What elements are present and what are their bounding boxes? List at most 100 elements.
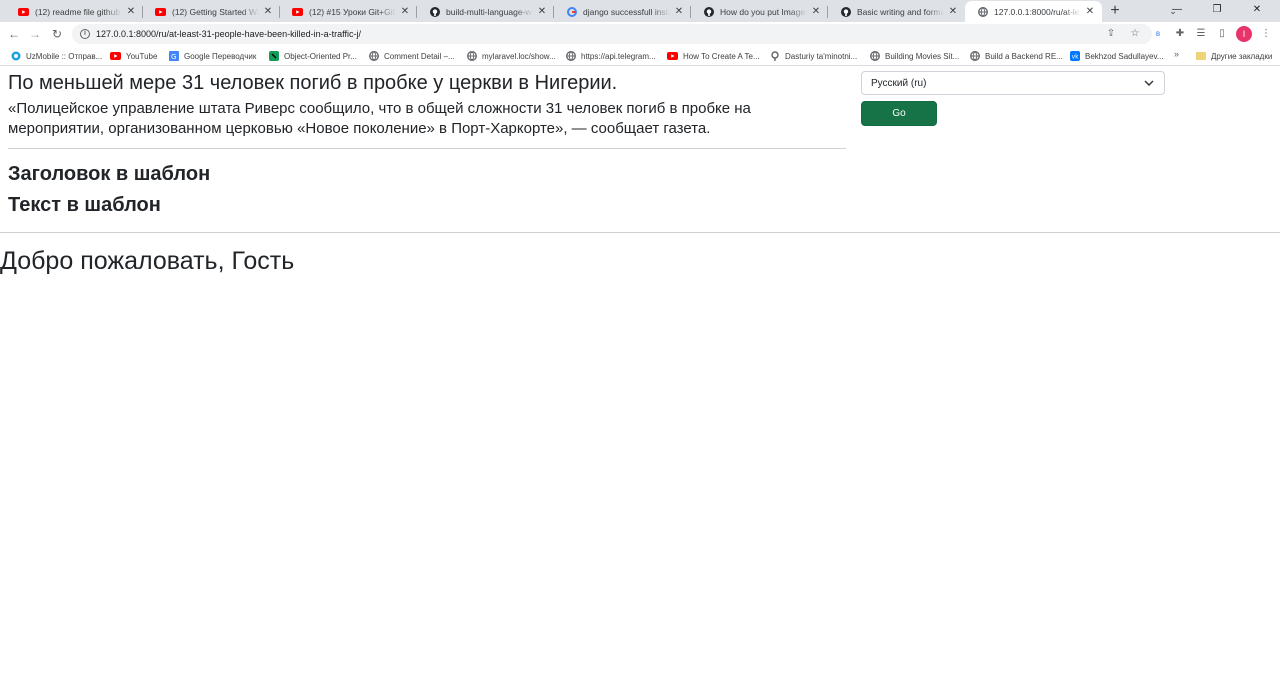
browser-tab[interactable]: build-multi-language-website✕ xyxy=(417,1,554,22)
green-app-icon xyxy=(268,51,279,62)
side-panel-icon[interactable]: ▯ xyxy=(1214,26,1230,42)
bookmark-label: Building Movies Sit... xyxy=(885,51,960,61)
restore-button[interactable]: ❐ xyxy=(1200,0,1234,22)
tab-title: Basic writing and formatting xyxy=(857,6,944,17)
post-title: По меньшей мере 31 человек погиб в пробк… xyxy=(8,72,618,94)
minimize-button[interactable]: — xyxy=(1160,0,1194,22)
language-form: Русский (ru) Go xyxy=(861,71,1165,126)
close-icon[interactable]: ✕ xyxy=(673,6,685,18)
youtube-icon xyxy=(155,6,166,17)
bookmark-label: UzMobile :: Отправ... xyxy=(26,51,103,61)
close-window-button[interactable]: ✕ xyxy=(1240,0,1274,22)
bookmarks-bar: UzMobile :: Отправ... YouTube G Google Пере… xyxy=(0,46,1280,66)
globe-icon xyxy=(466,51,477,62)
menu-dots-icon[interactable]: ⋮ xyxy=(1258,26,1274,42)
browser-tab[interactable]: Basic writing and formatting✕ xyxy=(828,1,965,22)
bookmark-label: Dasturiy ta'minotni... xyxy=(785,51,858,61)
bookmark-item[interactable]: G Google Переводчик xyxy=(168,49,256,63)
tab-title: (12) readme file github - YouTube xyxy=(35,6,122,17)
browser-tab[interactable]: (12) Getting Started With Git✕ xyxy=(143,1,280,22)
profile-avatar[interactable]: I xyxy=(1236,26,1252,42)
bookmark-label: Bekhzod Sadullayev... xyxy=(1085,51,1164,61)
tab-title: build-multi-language-website xyxy=(446,6,533,17)
close-icon[interactable]: ✕ xyxy=(1084,6,1096,18)
youtube-icon xyxy=(18,6,29,17)
bookmark-star-icon[interactable]: ☆ xyxy=(1128,27,1142,41)
browser-tab[interactable]: How do you put Images on✕ xyxy=(691,1,828,22)
youtube-icon xyxy=(292,6,303,17)
bookmark-item[interactable]: vk Bekhzod Sadullayev... xyxy=(1069,49,1164,63)
go-button[interactable]: Go xyxy=(861,101,937,126)
close-icon[interactable]: ✕ xyxy=(536,6,548,18)
uzmobile-icon xyxy=(10,51,21,62)
browser-tab[interactable]: (12) readme file github - YouTube✕ xyxy=(6,1,143,22)
other-bookmarks-folder[interactable]: Другие закладки xyxy=(1196,49,1272,63)
page-content: По меньшей мере 31 человек погиб в пробк… xyxy=(0,67,1280,700)
browser-toolbar: ← → ↻ i 127.0.0.1:8000/ru/at-least-31-pe… xyxy=(0,22,1280,46)
bookmark-item[interactable]: UzMobile :: Отправ... xyxy=(10,49,102,63)
new-tab-button[interactable]: + xyxy=(1106,2,1124,20)
reading-list-icon[interactable]: ☰ xyxy=(1193,26,1209,42)
bookmark-item[interactable]: Comment Detail –... xyxy=(368,49,455,63)
bookmark-item[interactable]: YouTube xyxy=(110,49,157,63)
globe-icon xyxy=(977,6,988,17)
vk-icon: vk xyxy=(1069,51,1080,62)
bookmark-item[interactable]: https://api.telegram... xyxy=(565,49,656,63)
bookmark-item[interactable]: Build a Backend RE... xyxy=(969,49,1063,63)
tab-title: How do you put Images on xyxy=(720,6,807,17)
bookmark-label: Google Переводчик xyxy=(184,51,257,61)
divider xyxy=(0,232,1280,233)
bookmark-label: Build a Backend RE... xyxy=(985,51,1063,61)
github-icon xyxy=(703,6,714,17)
globe-icon xyxy=(368,51,379,62)
template-text: Текст в шаблон xyxy=(8,194,161,216)
extension-b-icon[interactable]: ʙ xyxy=(1150,26,1166,42)
chevron-down-icon xyxy=(1144,78,1154,88)
globe-icon xyxy=(565,51,576,62)
close-icon[interactable]: ✕ xyxy=(399,6,411,18)
post-text: «Полицейское управление штата Риверс соо… xyxy=(8,100,751,137)
bookmark-item[interactable]: Building Movies Sit... xyxy=(869,49,959,63)
close-icon[interactable]: ✕ xyxy=(125,6,137,18)
bookmark-item[interactable]: Object-Oriented Pr... xyxy=(268,49,357,63)
tab-strip: (12) readme file github - YouTube✕(12) G… xyxy=(0,0,1280,22)
bookmark-item[interactable]: mylaravel.loc/show... xyxy=(466,49,556,63)
url-text: 127.0.0.1:8000/ru/at-least-31-people-hav… xyxy=(96,29,361,39)
close-icon[interactable]: ✕ xyxy=(262,6,274,18)
back-arrow-icon[interactable]: ← xyxy=(6,26,22,42)
close-icon[interactable]: ✕ xyxy=(947,6,959,18)
tab-title: (12) #15 Уроки Git+GitHub xyxy=(309,6,396,17)
other-bookmarks-label: Другие закладки xyxy=(1211,51,1273,61)
divider xyxy=(8,148,846,149)
close-icon[interactable]: ✕ xyxy=(810,6,822,18)
bookmark-item[interactable]: How To Create A Te... xyxy=(667,49,760,63)
folder-icon xyxy=(1196,52,1206,60)
share-icon[interactable]: ⇪ xyxy=(1104,27,1118,41)
browser-tab[interactable]: (12) #15 Уроки Git+GitHub✕ xyxy=(280,1,417,22)
bookmark-label: How To Create A Te... xyxy=(683,51,760,61)
google-icon xyxy=(566,6,577,17)
forward-arrow-icon[interactable]: → xyxy=(27,26,43,42)
tab-title: 127.0.0.1:8000/ru/at-least-31 xyxy=(994,6,1081,17)
template-title: Заголовок в шаблон xyxy=(8,163,211,185)
github-icon xyxy=(840,6,851,17)
bookmark-item[interactable]: Dasturiy ta'minotni... xyxy=(769,49,857,63)
bookmark-label: https://api.telegram... xyxy=(581,51,656,61)
browser-tab[interactable]: 127.0.0.1:8000/ru/at-least-31✕ xyxy=(965,1,1102,22)
svg-text:G: G xyxy=(171,53,176,61)
github-icon xyxy=(429,6,440,17)
reload-icon[interactable]: ↻ xyxy=(49,26,65,42)
tab-title: (12) Getting Started With Git xyxy=(172,6,259,17)
extensions-puzzle-icon[interactable]: ✚ xyxy=(1172,26,1188,42)
location-icon xyxy=(769,51,780,62)
address-bar[interactable]: i 127.0.0.1:8000/ru/at-least-31-people-h… xyxy=(72,24,1152,44)
bookmark-label: YouTube xyxy=(126,51,158,61)
youtube-icon xyxy=(667,51,678,62)
language-select[interactable]: Русский (ru) xyxy=(861,71,1165,95)
site-info-icon[interactable]: i xyxy=(80,29,90,39)
browser-tab[interactable]: django successfull installed✕ xyxy=(554,1,691,22)
bookmark-label: Comment Detail –... xyxy=(384,51,455,61)
google-translate-icon: G xyxy=(168,51,179,62)
bookmarks-overflow-button[interactable]: » xyxy=(1174,49,1179,59)
svg-text:vk: vk xyxy=(1071,54,1079,61)
